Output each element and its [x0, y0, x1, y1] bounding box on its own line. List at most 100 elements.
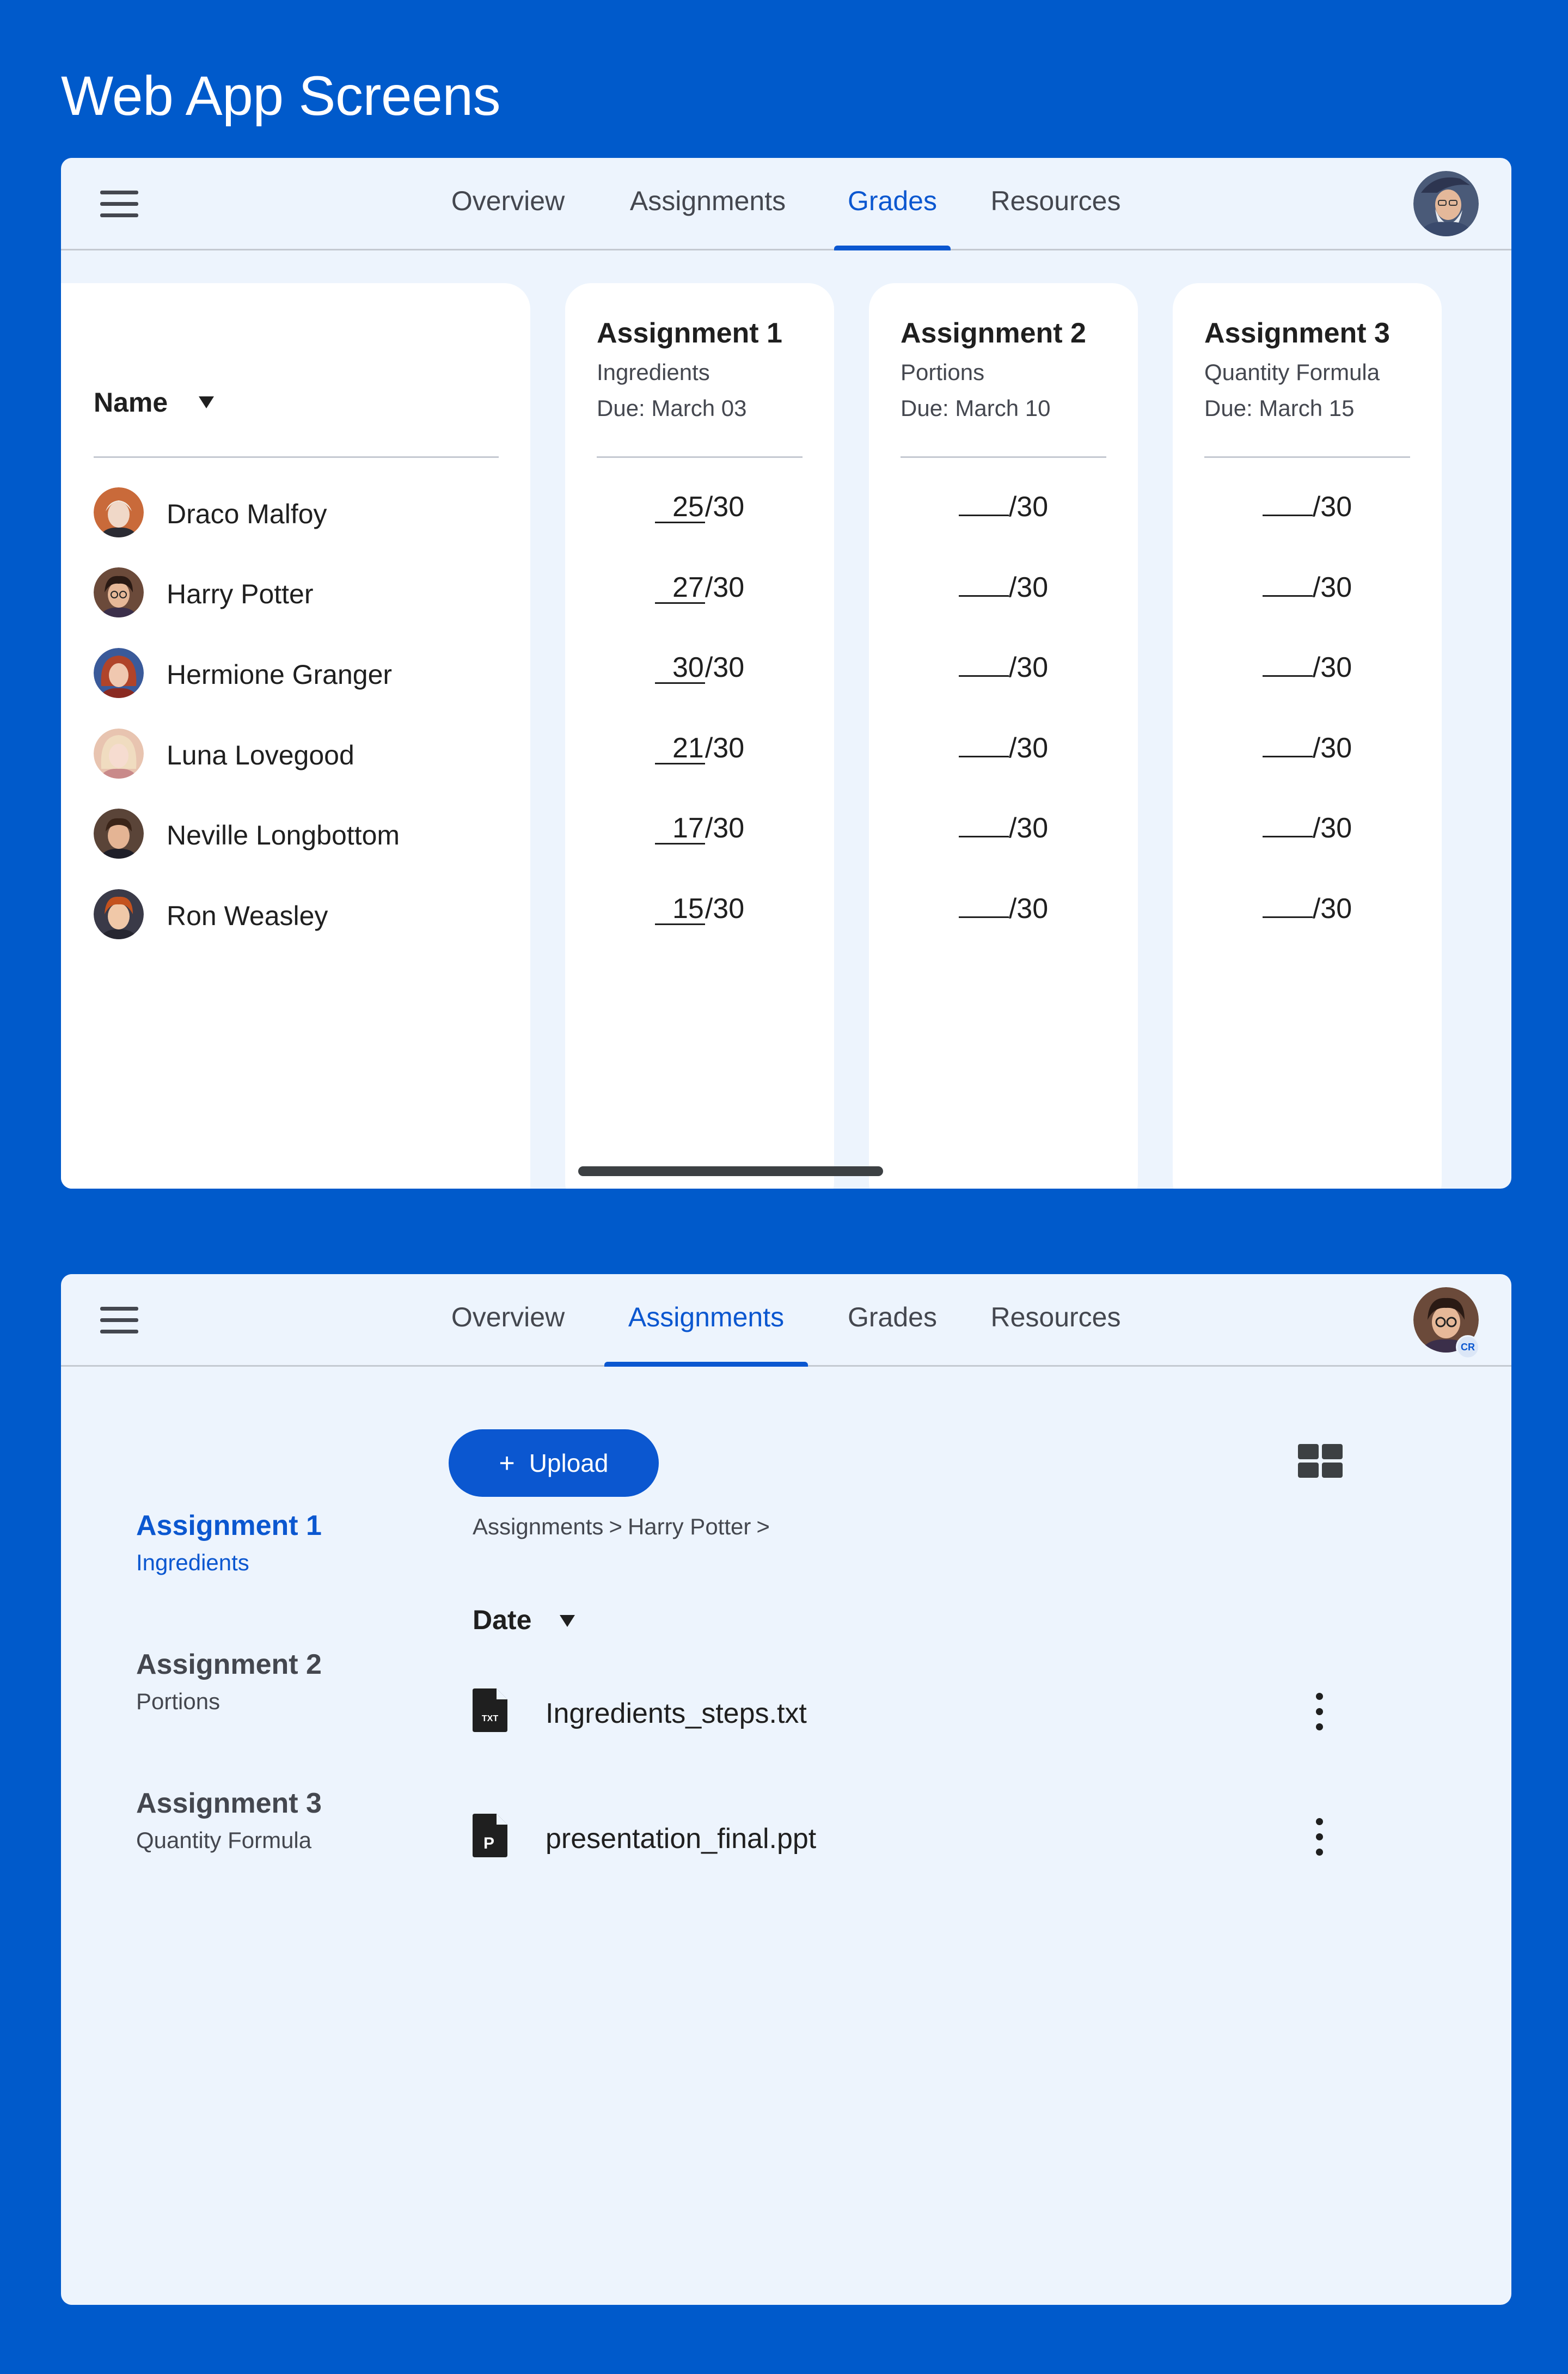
grade-input[interactable] — [958, 595, 1009, 597]
tab-assignments[interactable]: Assignments — [626, 185, 789, 250]
sidebar-item-assignment-1[interactable]: Assignment 1 Ingredients — [136, 1509, 322, 1576]
sidebar-item-assignment-3[interactable]: Assignment 3 Quantity Formula — [136, 1787, 322, 1853]
student-row[interactable]: Draco Malfoy — [94, 485, 507, 540]
grade-cell[interactable]: /30 — [869, 892, 1138, 936]
grade-max: /30 — [1312, 572, 1352, 603]
grade-cell[interactable]: /30 — [869, 812, 1138, 855]
chevron-right-icon: > — [609, 1514, 622, 1539]
grade-cell[interactable]: 21/30 — [565, 732, 834, 775]
name-column-header[interactable]: Name — [94, 387, 168, 418]
grade-input[interactable] — [958, 675, 1009, 677]
student-row[interactable]: Harry Potter — [94, 565, 507, 620]
horizontal-scrollbar[interactable] — [578, 1166, 883, 1176]
wizard-avatar[interactable] — [1413, 171, 1479, 236]
grade-input[interactable]: 25 — [654, 492, 705, 523]
upload-button[interactable]: + Upload — [449, 1429, 659, 1497]
grade-input[interactable] — [1262, 836, 1313, 837]
grade-input[interactable] — [1262, 515, 1313, 516]
breadcrumb-item[interactable]: Assignments — [473, 1514, 603, 1539]
caret-down-icon[interactable] — [199, 396, 214, 408]
harry-avatar — [94, 567, 144, 617]
student-name: Ron Weasley — [167, 901, 328, 931]
file-name: Ingredients_steps.txt — [546, 1698, 807, 1729]
grade-max: /30 — [1312, 491, 1352, 523]
hermione-avatar — [94, 648, 144, 698]
grade-cell[interactable]: 25/30 — [565, 491, 834, 534]
student-name: Hermione Granger — [167, 659, 393, 690]
tab-resources[interactable]: Resources — [990, 1301, 1122, 1367]
grade-input[interactable]: 30 — [654, 653, 705, 684]
grade-cell[interactable]: /30 — [869, 732, 1138, 775]
tab-grades[interactable]: Grades — [834, 185, 951, 250]
assignment-title: Assignment 1 — [597, 317, 782, 349]
grade-max: /30 — [705, 652, 745, 683]
more-vert-icon[interactable] — [1311, 1818, 1327, 1856]
grade-input[interactable]: 27 — [654, 573, 705, 604]
sidebar-item-subtitle: Quantity Formula — [136, 1827, 312, 1853]
student-row[interactable]: Luna Lovegood — [94, 726, 507, 781]
breadcrumb-item[interactable]: Harry Potter — [628, 1514, 751, 1539]
grade-cell[interactable]: /30 — [1173, 571, 1442, 615]
tab-resources[interactable]: Resources — [990, 185, 1122, 250]
hamburger-menu-icon[interactable] — [100, 1307, 138, 1334]
more-vert-icon[interactable] — [1311, 1693, 1327, 1731]
grade-max: /30 — [705, 491, 745, 523]
tab-overview[interactable]: Overview — [449, 185, 567, 250]
file-row[interactable]: TXT Ingredients_steps.txt — [473, 1685, 1409, 1740]
grade-input[interactable] — [958, 515, 1009, 516]
grade-cell[interactable]: /30 — [1173, 651, 1442, 695]
grade-cell[interactable]: /30 — [869, 491, 1138, 534]
tab-overview[interactable]: Overview — [449, 1301, 567, 1367]
grade-cell[interactable]: /30 — [869, 651, 1138, 695]
student-row[interactable]: Ron Weasley — [94, 887, 507, 941]
top-app-bar: Overview Assignments Grades Resources — [61, 158, 1511, 250]
tab-grades[interactable]: Grades — [834, 1301, 951, 1367]
grade-max: /30 — [1008, 491, 1049, 523]
grade-cell[interactable]: /30 — [1173, 491, 1442, 534]
student-name: Neville Longbottom — [167, 820, 400, 851]
hamburger-menu-icon[interactable] — [100, 191, 138, 218]
profile-badge: CR — [1456, 1335, 1480, 1359]
file-row[interactable]: P presentation_final.ppt — [473, 1810, 1409, 1865]
grade-input[interactable]: 15 — [654, 894, 705, 925]
grade-cell[interactable]: /30 — [1173, 812, 1442, 855]
assignment-due-date: Due: March 03 — [597, 395, 747, 421]
grade-input[interactable] — [1262, 595, 1313, 597]
grade-input[interactable] — [958, 836, 1009, 837]
grade-input[interactable] — [1262, 916, 1313, 918]
header-divider — [901, 456, 1106, 458]
tab-assignments[interactable]: Assignments — [604, 1301, 808, 1367]
grid-view-icon[interactable] — [1298, 1444, 1343, 1479]
grade-cell[interactable]: 15/30 — [565, 892, 834, 936]
ron-avatar — [94, 889, 144, 939]
grade-input[interactable] — [1262, 675, 1313, 677]
file-type-label: TXT — [482, 1714, 498, 1723]
tab-label: Resources — [990, 186, 1121, 216]
page-title: Web App Screens — [61, 65, 501, 127]
date-column-header[interactable]: Date — [473, 1604, 531, 1636]
assignment-column-1: Assignment 1 Ingredients Due: March 03 2… — [565, 283, 834, 1189]
grade-cell[interactable]: 27/30 — [565, 571, 834, 615]
assignment-title: Assignment 3 — [1204, 317, 1390, 349]
student-row[interactable]: Neville Longbottom — [94, 806, 507, 861]
grade-input[interactable]: 21 — [654, 733, 705, 764]
header-divider — [1204, 456, 1410, 458]
grade-input[interactable] — [1262, 756, 1313, 757]
header-divider — [94, 456, 499, 458]
grade-input[interactable] — [958, 756, 1009, 757]
sidebar-item-title: Assignment 1 — [136, 1510, 322, 1541]
grade-cell[interactable]: 30/30 — [565, 651, 834, 695]
student-row[interactable]: Hermione Granger — [94, 646, 507, 700]
assignment-title: Assignment 2 — [901, 317, 1086, 349]
grade-input[interactable] — [958, 916, 1009, 918]
active-tab-indicator — [604, 1362, 808, 1367]
luna-avatar — [94, 729, 144, 779]
grade-cell[interactable]: /30 — [869, 571, 1138, 615]
grade-input[interactable]: 17 — [654, 813, 705, 845]
caret-down-icon[interactable] — [560, 1615, 575, 1627]
grade-cell[interactable]: 17/30 — [565, 812, 834, 855]
sidebar-item-assignment-2[interactable]: Assignment 2 Portions — [136, 1648, 322, 1715]
grade-cell[interactable]: /30 — [1173, 732, 1442, 775]
grade-cell[interactable]: /30 — [1173, 892, 1442, 936]
breadcrumb: Assignments > Harry Potter > — [473, 1514, 775, 1540]
